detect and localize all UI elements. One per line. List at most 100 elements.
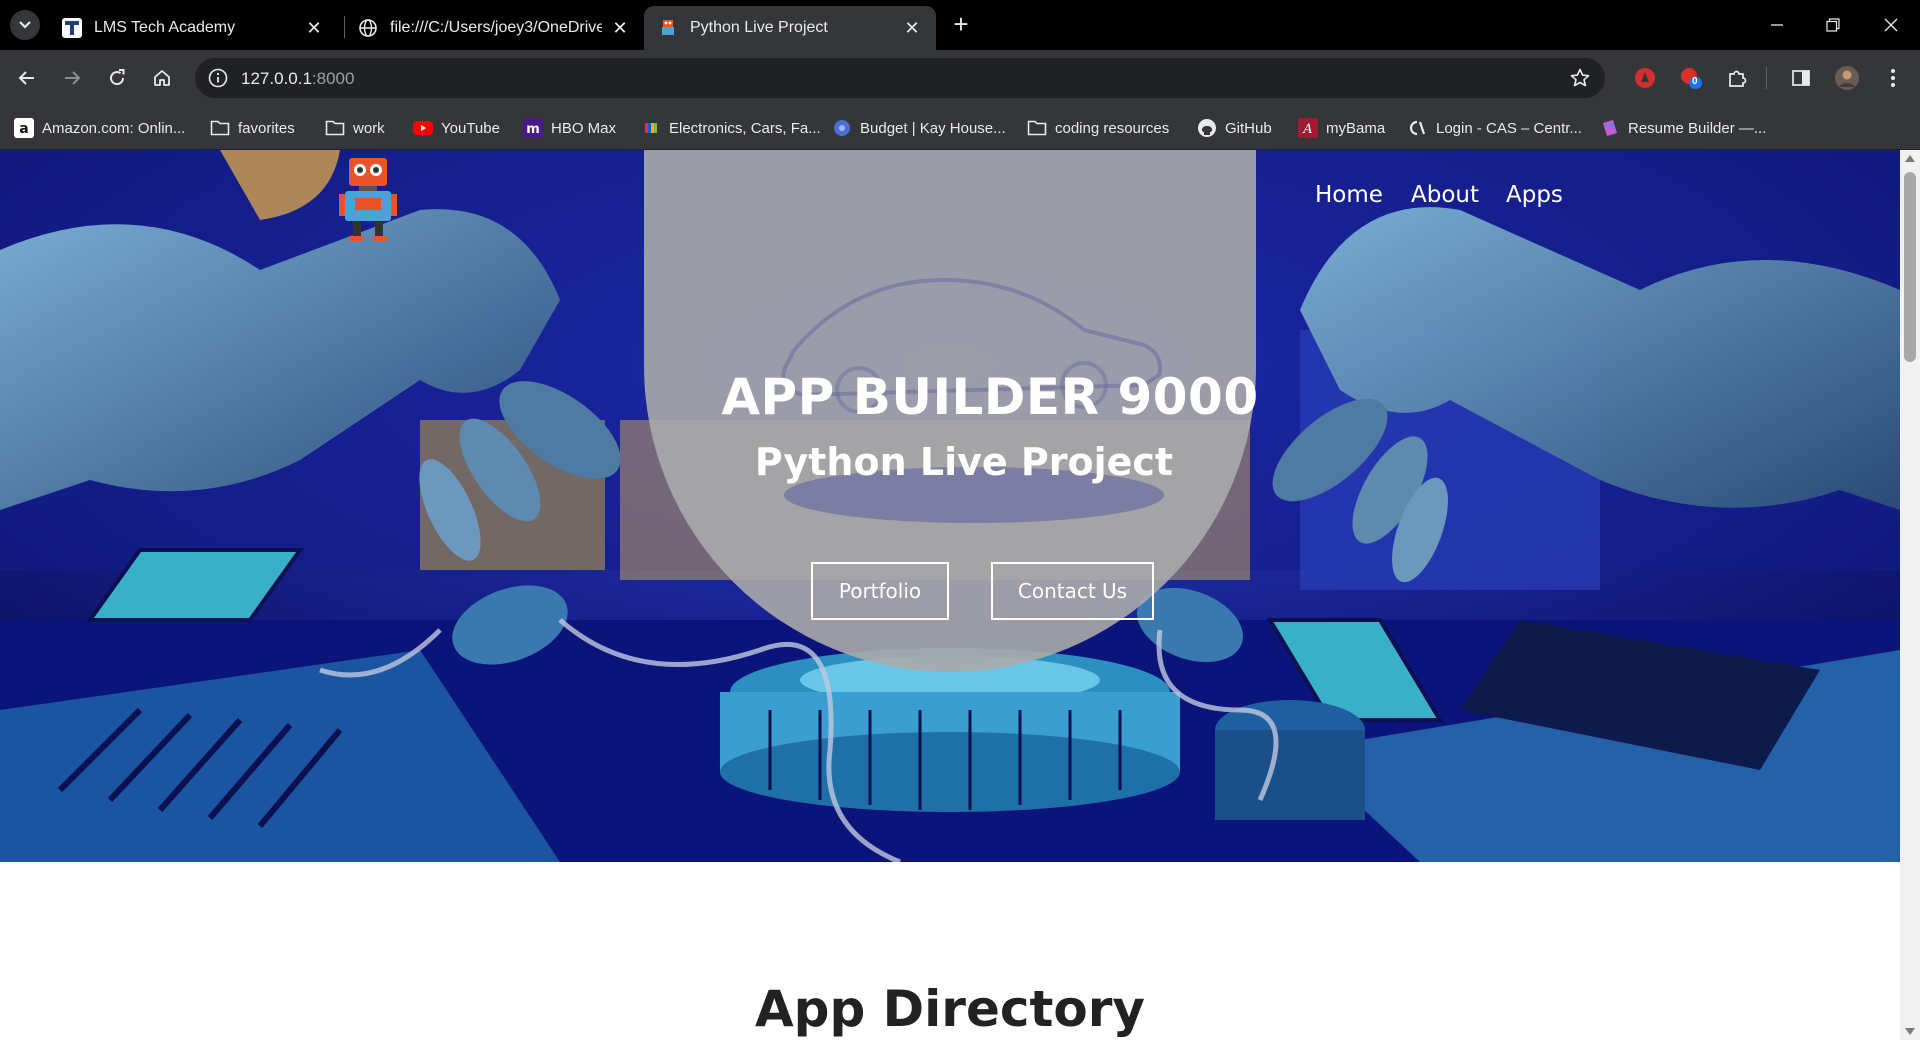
home-button[interactable] (147, 63, 177, 93)
bookmark-star-icon[interactable] (1569, 67, 1591, 89)
nav-home-link[interactable]: Home (1315, 182, 1383, 208)
site-info-icon[interactable] (207, 67, 229, 89)
arrow-right-icon (65, 71, 81, 85)
scroll-down-arrow-icon[interactable] (1905, 1028, 1915, 1035)
scroll-up-arrow-icon[interactable] (1905, 155, 1915, 162)
url-text[interactable]: 127.0.0.1:8000 (241, 69, 354, 89)
shield-red-icon (1635, 68, 1655, 88)
folder-icon (210, 118, 230, 138)
extension-badge-count: 0 (1692, 76, 1698, 87)
bookmark-work[interactable]: work (325, 116, 385, 140)
contact-us-button[interactable]: Contact Us (991, 562, 1154, 620)
hbo-max-icon: m (523, 118, 543, 138)
robot-logo[interactable] (337, 156, 399, 242)
bookmark-label: Login - CAS – Centr... (1436, 119, 1582, 137)
bookmark-youtube[interactable]: YouTube (413, 116, 500, 140)
back-button[interactable] (12, 63, 42, 93)
nav-about-link[interactable]: About (1411, 182, 1479, 208)
tab-title: Python Live Project (690, 19, 828, 36)
youtube-icon (413, 118, 433, 138)
browser-menu-button[interactable] (1880, 65, 1906, 91)
forward-button[interactable] (57, 63, 87, 93)
svg-text:m: m (526, 122, 540, 137)
side-panel-button[interactable] (1788, 65, 1814, 91)
portfolio-button[interactable]: Portfolio (811, 562, 949, 620)
scrollbar-thumb[interactable] (1904, 172, 1916, 362)
tab-python-live-project[interactable]: Python Live Project ✕ (644, 6, 936, 50)
close-icon (1884, 18, 1898, 32)
bookmark-mybama[interactable]: A myBama (1298, 116, 1385, 140)
address-bar[interactable]: 127.0.0.1:8000 (195, 58, 1605, 98)
bookmark-label: Amazon.com: Onlin... (42, 119, 186, 137)
extensions-menu-button[interactable] (1724, 65, 1750, 91)
folder-icon (325, 118, 345, 138)
github-icon (1197, 118, 1217, 138)
avatar-icon (1835, 66, 1859, 90)
extension-badge[interactable]: 0 (1678, 65, 1704, 91)
new-tab-button[interactable]: + (948, 11, 974, 38)
close-tab-icon[interactable]: ✕ (902, 18, 922, 38)
budget-icon (832, 118, 852, 138)
lms-favicon (62, 18, 82, 38)
extension-lastpass[interactable] (1632, 65, 1658, 91)
chevron-down-icon (19, 21, 31, 29)
browser-toolbar: 127.0.0.1:8000 0 (0, 50, 1920, 106)
bookmarks-bar: a Amazon.com: Onlin... favorites work Yo… (0, 106, 1920, 150)
tab-title: file:///C:/Users/joey3/OneDrive/ (390, 19, 602, 36)
bookmark-label: coding resources (1055, 119, 1170, 137)
reload-icon (110, 69, 125, 86)
bookmark-github[interactable]: GitHub (1197, 116, 1272, 140)
page-viewport: Home About Apps APP BUILDER 9000 Python … (0, 150, 1920, 1040)
bookmark-hbo-max[interactable]: m HBO Max (523, 116, 616, 140)
puzzle-icon (1729, 70, 1747, 87)
bookmark-amazon[interactable]: a Amazon.com: Onlin... (14, 116, 185, 140)
arrow-left-icon (18, 71, 34, 85)
bookmark-label: YouTube (441, 119, 500, 137)
bookmark-cas-login[interactable]: Login - CAS – Centr... (1408, 116, 1582, 140)
mybama-icon: A (1298, 118, 1318, 138)
tab-strip: LMS Tech Academy ✕ file:///C:/Users/joey… (0, 0, 1920, 50)
tab-title: LMS Tech Academy (94, 19, 236, 36)
hero-subtitle: Python Live Project (754, 440, 1174, 484)
profile-avatar[interactable] (1834, 65, 1860, 91)
ebay-icon (641, 118, 661, 138)
bookmark-ebay[interactable]: Electronics, Cars, Fa... (641, 116, 821, 140)
close-tab-icon[interactable]: ✕ (304, 18, 324, 38)
page-scrollbar[interactable] (1900, 150, 1920, 1040)
robot-favicon (662, 20, 674, 35)
tab-lms-tech-academy[interactable]: LMS Tech Academy ✕ (48, 6, 338, 50)
tab-search-button[interactable] (10, 10, 40, 40)
tab-local-file[interactable]: file:///C:/Users/joey3/OneDrive/ ✕ (344, 6, 644, 50)
restore-button[interactable] (1818, 10, 1848, 40)
bookmark-favorites[interactable]: favorites (210, 116, 295, 140)
svg-text:a: a (19, 121, 28, 137)
bookmark-coding-resources[interactable]: coding resources (1027, 116, 1169, 140)
globe-icon (359, 19, 377, 37)
restore-icon (1826, 18, 1840, 32)
extension-red-icon (1681, 68, 1702, 89)
bookmark-resume-builder[interactable]: Resume Builder —... (1600, 116, 1766, 140)
resume-icon (1600, 118, 1620, 138)
bookmark-label: HBO Max (551, 119, 617, 137)
hero-title: APP BUILDER 9000 (721, 368, 1259, 426)
close-window-button[interactable] (1876, 10, 1906, 40)
app-directory-title: App Directory (754, 980, 1146, 1038)
nav-apps-link[interactable]: Apps (1506, 182, 1563, 208)
toolbar-divider (1766, 67, 1767, 89)
bookmark-label: work (353, 119, 385, 137)
minimize-icon (1771, 24, 1783, 26)
hero-section: Home About Apps APP BUILDER 9000 Python … (0, 150, 1900, 862)
bookmark-label: favorites (238, 119, 295, 137)
cas-icon (1408, 118, 1428, 138)
bookmark-label: Resume Builder —... (1628, 119, 1767, 137)
svg-text:A: A (1302, 122, 1312, 137)
bookmark-label: Electronics, Cars, Fa... (669, 119, 821, 137)
reload-button[interactable] (102, 63, 132, 93)
bookmark-budget[interactable]: Budget | Kay House... (832, 116, 1006, 140)
bookmark-label: myBama (1326, 119, 1386, 137)
folder-icon (1027, 118, 1047, 138)
bookmark-label: Budget | Kay House... (860, 119, 1006, 137)
bookmark-label: GitHub (1225, 119, 1272, 137)
minimize-button[interactable] (1762, 10, 1792, 40)
close-tab-icon[interactable]: ✕ (610, 18, 630, 38)
